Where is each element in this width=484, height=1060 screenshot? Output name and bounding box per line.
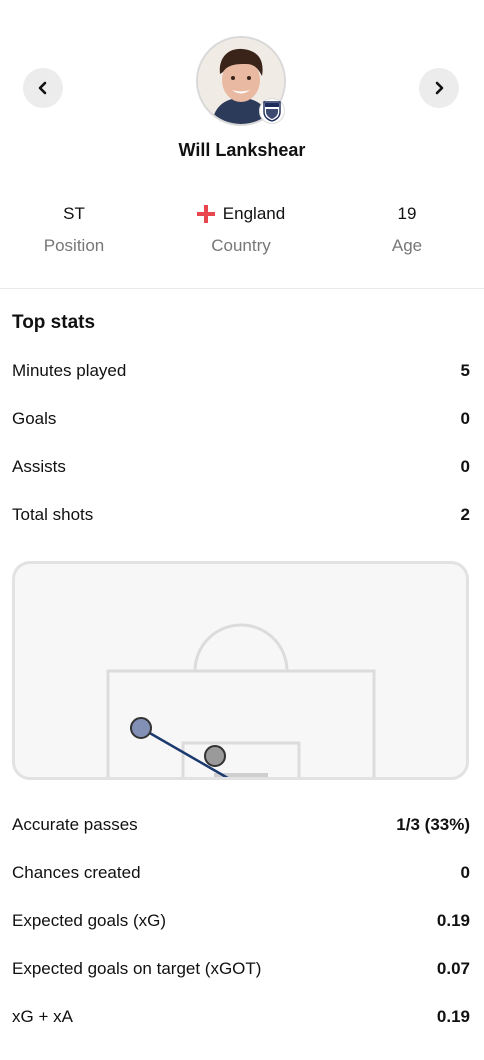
stat-label: Total shots (12, 505, 94, 524)
stat-value: 0 (460, 409, 470, 428)
stat-row-chances-created: Chances created 0 (12, 858, 470, 888)
stat-label: xG + xA (12, 1007, 73, 1026)
chevron-right-icon (435, 81, 444, 95)
shot-marker-on-target (130, 717, 152, 739)
shot-marker-off-target (204, 745, 226, 767)
stat-value: 0.07 (436, 959, 470, 978)
stat-label: Goals (12, 409, 57, 428)
stat-row-assists: Assists 0 (12, 452, 470, 482)
stat-label: Minutes played (12, 361, 127, 380)
shot-map-pitch (106, 623, 376, 777)
club-badge-icon (259, 98, 285, 124)
player-name: Will Lankshear (178, 140, 306, 160)
stat-row-minutes-played: Minutes played 5 (12, 356, 470, 386)
age-value: 19 (397, 204, 417, 223)
player-stats-page: Will Lankshear ST Position England Count… (0, 0, 484, 1060)
next-player-button[interactable] (419, 68, 459, 108)
age-info: 19 Age (327, 200, 484, 256)
position-label: Position (43, 236, 105, 255)
position-info: ST Position (0, 200, 154, 256)
player-info-row: ST Position England Country 19 Age (0, 200, 484, 270)
stat-value: 5 (460, 361, 470, 380)
stat-value: 0.19 (436, 1007, 470, 1026)
player-avatar (196, 36, 286, 126)
stat-row-expected-goals: Expected goals (xG) 0.19 (12, 906, 470, 936)
stat-label: Chances created (12, 863, 141, 882)
country-info: England Country (161, 200, 321, 256)
stat-row-total-shots: Total shots 2 (12, 500, 470, 530)
stat-label: Accurate passes (12, 815, 138, 834)
country-value-wrap: England (161, 200, 321, 228)
stat-value: 1/3 (33%) (396, 815, 470, 834)
stat-label: Expected goals on target (xGOT) (12, 959, 262, 978)
stat-row-xg-xa: xG + xA 0.19 (12, 1002, 470, 1032)
shot-map[interactable] (12, 561, 469, 780)
stat-value: 0 (460, 863, 470, 882)
chevron-left-icon (38, 81, 47, 95)
divider (0, 288, 484, 289)
stat-label: Expected goals (xG) (12, 911, 167, 930)
england-flag-icon (196, 205, 215, 223)
stat-value: 0.19 (436, 911, 470, 930)
stat-row-xgot: Expected goals on target (xGOT) 0.07 (12, 954, 470, 984)
stat-row-goals: Goals 0 (12, 404, 470, 434)
stat-label: Assists (12, 457, 66, 476)
stat-value: 2 (460, 505, 470, 524)
country-label: Country (211, 236, 271, 255)
stat-value: 0 (460, 457, 470, 476)
position-value: ST (63, 204, 85, 223)
country-value: England (222, 204, 286, 223)
top-stats-title: Top stats (12, 312, 96, 333)
age-label: Age (391, 236, 423, 255)
previous-player-button[interactable] (23, 68, 63, 108)
stat-row-accurate-passes: Accurate passes 1/3 (33%) (12, 810, 470, 840)
